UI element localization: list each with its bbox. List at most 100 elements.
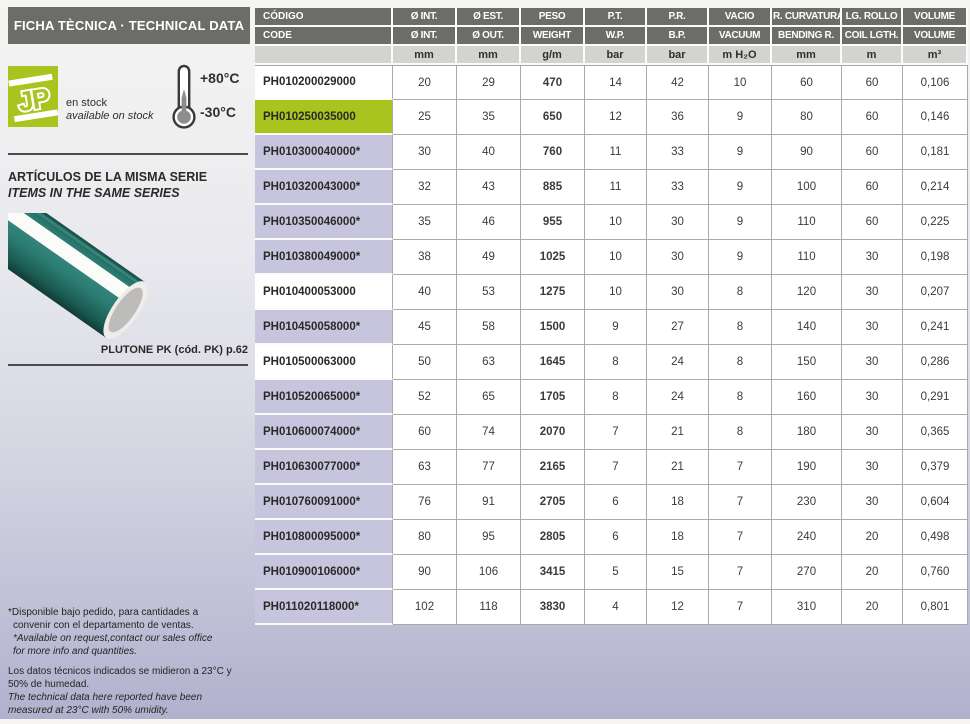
- coil-length-cell: 60: [842, 100, 903, 135]
- burst-pressure-cell: 15: [647, 555, 709, 590]
- outer-diameter-cell: 106: [457, 555, 521, 590]
- product-code-cell: PH010500063000: [255, 345, 393, 380]
- volume-cell: 0,365: [903, 415, 968, 450]
- weight-cell: 2805: [521, 520, 585, 555]
- volume-cell: 0,146: [903, 100, 968, 135]
- working-pressure-cell: 10: [585, 240, 647, 275]
- coil-length-cell: 20: [842, 555, 903, 590]
- table-row: PH010250035000 25 35 650 12 36 9 80 60 0…: [255, 100, 968, 135]
- volume-cell: 0,106: [903, 65, 968, 100]
- product-code-cell: PH010320043000*: [255, 170, 393, 205]
- weight-cell: 2165: [521, 450, 585, 485]
- outer-diameter-cell: 49: [457, 240, 521, 275]
- col-pt: P.T.: [585, 8, 647, 27]
- footnote-line: *Disponible bajo pedido, para cantidades…: [8, 606, 260, 619]
- product-code-cell: PH011020118000*: [255, 590, 393, 625]
- burst-pressure-cell: 24: [647, 380, 709, 415]
- col-volume: VOLUME: [903, 8, 968, 27]
- burst-pressure-cell: 21: [647, 450, 709, 485]
- weight-cell: 955: [521, 205, 585, 240]
- unit-cell: m³: [903, 46, 968, 65]
- stock-line-en: available on stock: [66, 110, 153, 123]
- outer-diameter-cell: 77: [457, 450, 521, 485]
- table-row: PH010630077000* 63 77 2165 7 21 7 190 30…: [255, 450, 968, 485]
- product-code-cell: PH010380049000*: [255, 240, 393, 275]
- bending-radius-cell: 90: [772, 135, 842, 170]
- footnotes: *Disponible bajo pedido, para cantidades…: [8, 606, 260, 724]
- vacuum-cell: 9: [709, 100, 772, 135]
- unit-cell: bar: [647, 46, 709, 65]
- col-weight: WEIGHT: [521, 27, 585, 46]
- working-pressure-cell: 7: [585, 415, 647, 450]
- bending-radius-cell: 230: [772, 485, 842, 520]
- table-body: PH010200029000 20 29 470 14 42 10 60 60 …: [255, 65, 968, 625]
- units-row: mm mm g/m bar bar m H₂O mm m m³: [255, 46, 968, 65]
- table-row: PH010300040000* 30 40 760 11 33 9 90 60 …: [255, 135, 968, 170]
- unit-cell: m H₂O: [709, 46, 772, 65]
- product-code-cell: PH010800095000*: [255, 520, 393, 555]
- header-row-es: CÓDIGO Ø INT. Ø EST. PESO P.T. P.R. VACI…: [255, 8, 968, 27]
- product-code-cell: PH010350046000*: [255, 205, 393, 240]
- inner-diameter-cell: 102: [393, 590, 457, 625]
- table-row: PH010800095000* 80 95 2805 6 18 7 240 20…: [255, 520, 968, 555]
- outer-diameter-cell: 46: [457, 205, 521, 240]
- col-volume-en: VOLUME: [903, 27, 968, 46]
- working-pressure-cell: 6: [585, 485, 647, 520]
- working-pressure-cell: 6: [585, 520, 647, 555]
- working-pressure-cell: 9: [585, 310, 647, 345]
- coil-length-cell: 30: [842, 450, 903, 485]
- outer-diameter-cell: 63: [457, 345, 521, 380]
- table-row: PH010760091000* 76 91 2705 6 18 7 230 30…: [255, 485, 968, 520]
- product-code-cell: PH010760091000*: [255, 485, 393, 520]
- bending-radius-cell: 100: [772, 170, 842, 205]
- inner-diameter-cell: 90: [393, 555, 457, 590]
- bending-radius-cell: 120: [772, 275, 842, 310]
- vacuum-cell: 8: [709, 275, 772, 310]
- product-code-cell: PH010200029000: [255, 65, 393, 100]
- table-row: PH011020118000* 102 118 3830 4 12 7 310 …: [255, 590, 968, 625]
- weight-cell: 885: [521, 170, 585, 205]
- burst-pressure-cell: 12: [647, 590, 709, 625]
- product-code-cell: PH010400053000: [255, 275, 393, 310]
- col-wp: W.P.: [585, 27, 647, 46]
- vacuum-cell: 7: [709, 450, 772, 485]
- footnote-line: 50% de humedad.: [8, 678, 260, 691]
- volume-cell: 0,286: [903, 345, 968, 380]
- page-title: FICHA TÈCNICA · TECHNICAL DATA: [8, 7, 250, 44]
- coil-length-cell: 30: [842, 240, 903, 275]
- coil-length-cell: 30: [842, 275, 903, 310]
- burst-pressure-cell: 24: [647, 345, 709, 380]
- stock-availability: en stock available on stock: [66, 97, 153, 123]
- col-vacuum: VACUUM: [709, 27, 772, 46]
- inner-diameter-cell: 45: [393, 310, 457, 345]
- burst-pressure-cell: 30: [647, 240, 709, 275]
- outer-diameter-cell: 74: [457, 415, 521, 450]
- working-pressure-cell: 8: [585, 380, 647, 415]
- product-pipe-image: [8, 213, 158, 348]
- working-pressure-cell: 12: [585, 100, 647, 135]
- vacuum-cell: 7: [709, 520, 772, 555]
- burst-pressure-cell: 30: [647, 275, 709, 310]
- table-row: PH010200029000 20 29 470 14 42 10 60 60 …: [255, 65, 968, 100]
- working-pressure-cell: 11: [585, 170, 647, 205]
- inner-diameter-cell: 38: [393, 240, 457, 275]
- table-row: PH010400053000 40 53 1275 10 30 8 120 30…: [255, 275, 968, 310]
- volume-cell: 0,241: [903, 310, 968, 345]
- coil-length-cell: 30: [842, 310, 903, 345]
- footnote-line: The technical data here reported have be…: [8, 691, 260, 704]
- coil-length-cell: 60: [842, 170, 903, 205]
- col-diam-est: Ø EST.: [457, 8, 521, 27]
- volume-cell: 0,379: [903, 450, 968, 485]
- product-code-cell: PH010600074000*: [255, 415, 393, 450]
- divider: [8, 153, 248, 155]
- outer-diameter-cell: 65: [457, 380, 521, 415]
- coil-length-cell: 30: [842, 415, 903, 450]
- inner-diameter-cell: 80: [393, 520, 457, 555]
- stock-line-es: en stock: [66, 97, 153, 110]
- vacuum-cell: 9: [709, 205, 772, 240]
- coil-length-cell: 60: [842, 65, 903, 100]
- working-pressure-cell: 10: [585, 275, 647, 310]
- burst-pressure-cell: 27: [647, 310, 709, 345]
- burst-pressure-cell: 33: [647, 170, 709, 205]
- col-bending: BENDING R.: [772, 27, 842, 46]
